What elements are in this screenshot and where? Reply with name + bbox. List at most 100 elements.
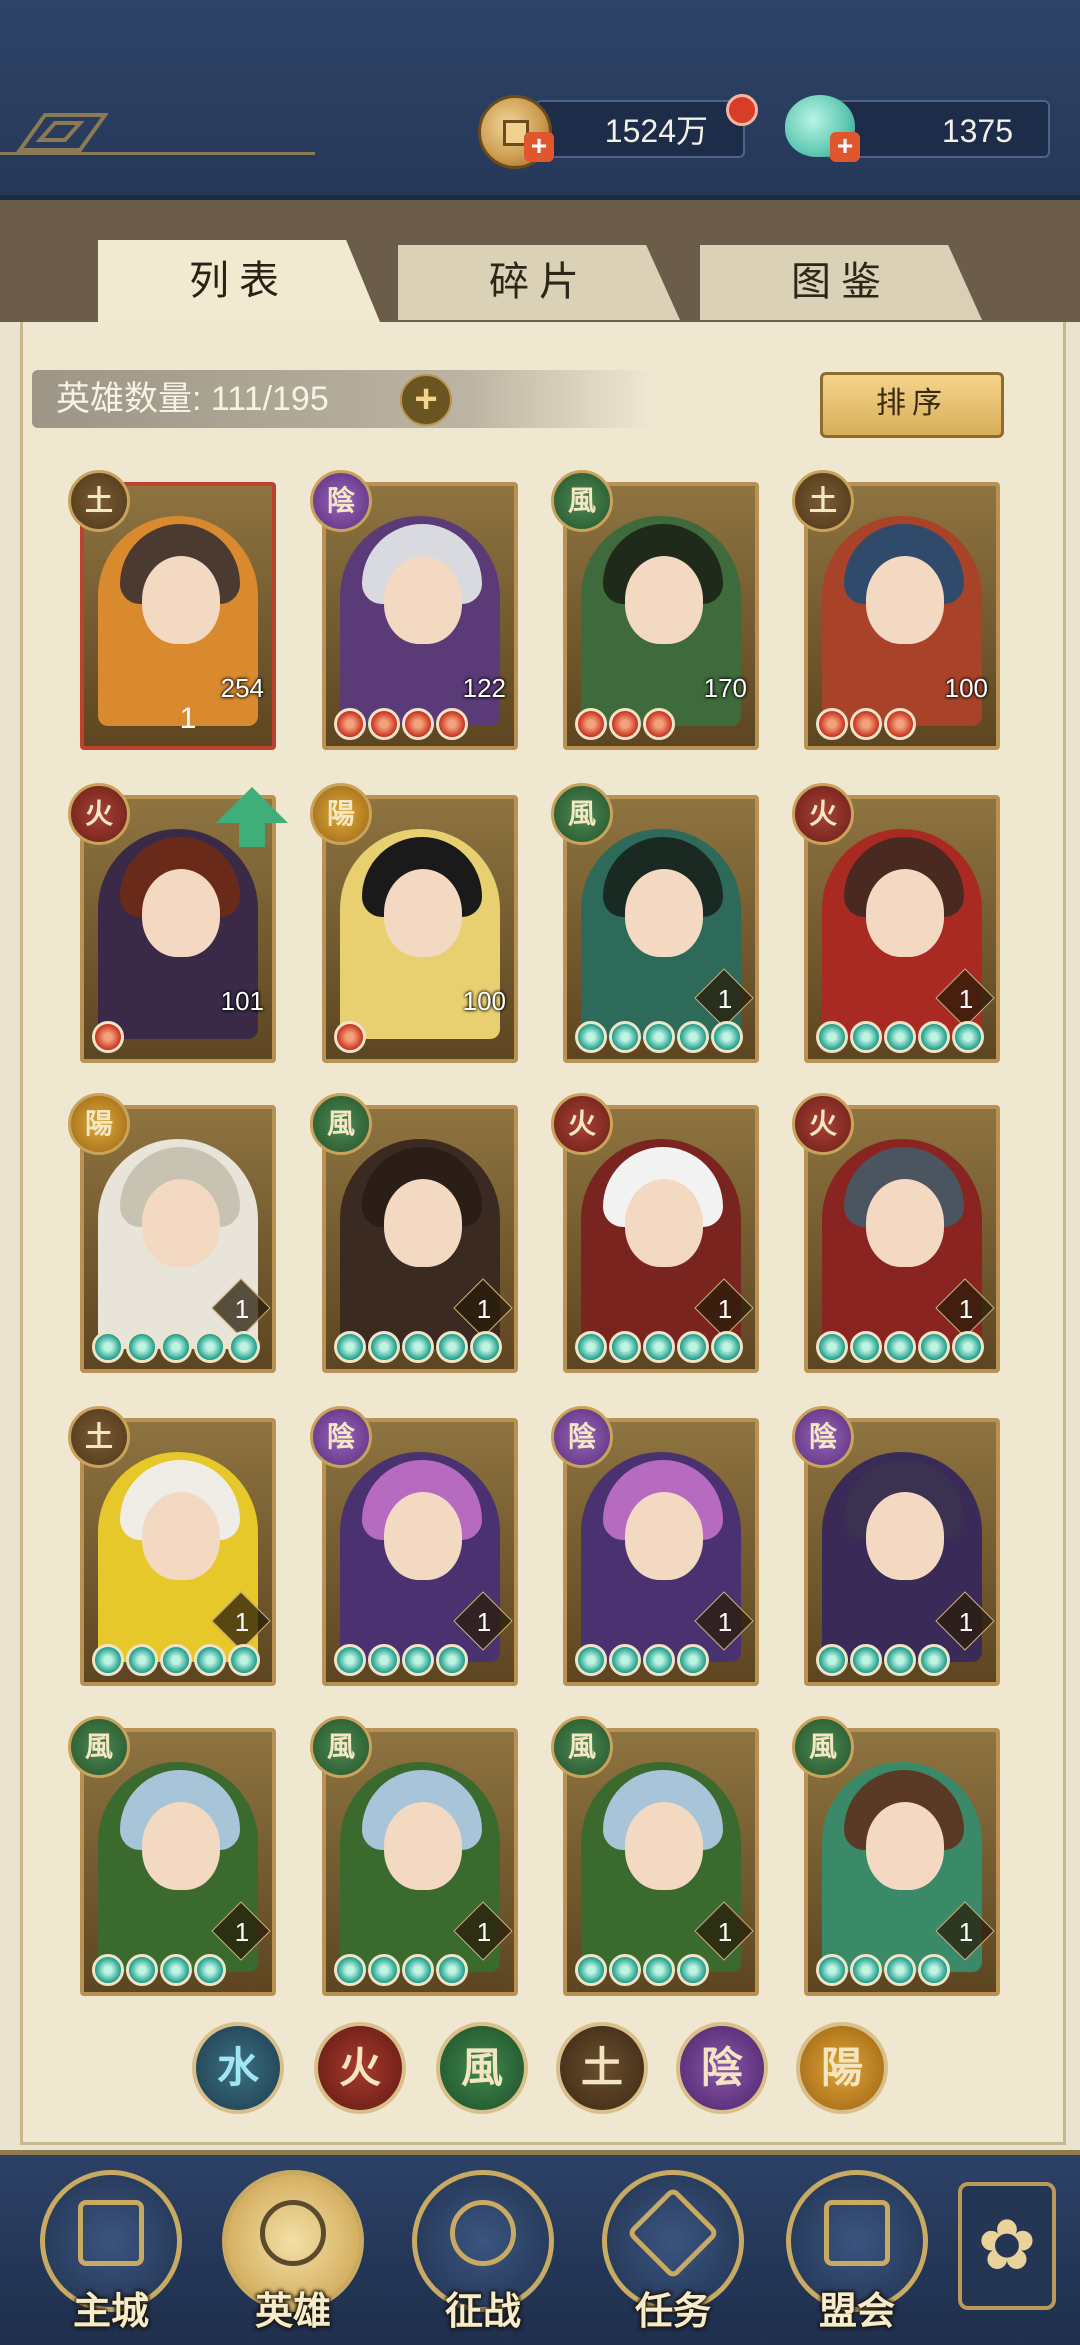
guild-hall-icon bbox=[824, 2200, 890, 2266]
palace-icon bbox=[78, 2200, 144, 2266]
jade-bead-icon bbox=[575, 1954, 607, 1986]
flower-menu-icon: ✿ bbox=[977, 2206, 1037, 2284]
jade-bead-icon bbox=[575, 1331, 607, 1363]
awakening-beads bbox=[334, 1021, 366, 1055]
tab-list[interactable]: 列表 bbox=[98, 240, 380, 322]
tab-codex[interactable]: 图鉴 bbox=[700, 245, 982, 320]
hero-count: 英雄数量: 111/195 bbox=[32, 370, 652, 428]
more-menu-button[interactable]: ✿ bbox=[958, 2182, 1056, 2310]
jade-bead-icon bbox=[850, 1644, 882, 1676]
red-bead-icon bbox=[368, 708, 400, 740]
jade-bead-icon bbox=[711, 1331, 743, 1363]
star-rank-value: 1 bbox=[234, 1607, 250, 1637]
sort-button[interactable]: 排序 bbox=[820, 372, 1004, 438]
jade-bead-icon bbox=[334, 1644, 366, 1676]
filter-wind-button[interactable]: 風 bbox=[436, 2022, 528, 2114]
sort-button-label: 排序 bbox=[876, 387, 948, 420]
star-rank-value: 1 bbox=[958, 984, 974, 1014]
jade-bead-icon bbox=[228, 1331, 260, 1363]
filter-earth-label: 土 bbox=[580, 2044, 623, 2091]
jade-bead-icon bbox=[884, 1021, 916, 1053]
jade-bead-icon bbox=[470, 1331, 502, 1363]
jade-bead-icon bbox=[436, 1331, 468, 1363]
menu-emblem-icon[interactable] bbox=[10, 105, 110, 155]
element-badge: 土 bbox=[68, 470, 130, 532]
jade-bead-icon bbox=[609, 1021, 641, 1053]
upgrade-arrow-icon bbox=[216, 787, 288, 823]
add-coins-button[interactable]: + bbox=[524, 132, 554, 162]
filter-yin-button[interactable]: 陰 bbox=[676, 2022, 768, 2114]
nav-campaign[interactable]: 征战 bbox=[412, 2170, 562, 2333]
jade-bead-icon bbox=[126, 1331, 158, 1363]
filter-yang-button[interactable]: 陽 bbox=[796, 2022, 888, 2114]
jade-bead-icon bbox=[850, 1331, 882, 1363]
jade-bead-icon bbox=[194, 1954, 226, 1986]
awakening-beads bbox=[334, 1331, 502, 1365]
nav-tasks[interactable]: 任务 bbox=[602, 2170, 752, 2333]
jade-bead-icon bbox=[194, 1644, 226, 1676]
jade-bead-icon bbox=[918, 1021, 950, 1053]
jade-bead-icon bbox=[918, 1954, 950, 1986]
element-badge: 陽 bbox=[310, 783, 372, 845]
element-badge: 土 bbox=[68, 1406, 130, 1468]
jade-bead-icon bbox=[609, 1331, 641, 1363]
jade-bead-icon bbox=[816, 1331, 848, 1363]
jade-bead-icon bbox=[952, 1021, 984, 1053]
nav-guild[interactable]: 盟会 bbox=[786, 2170, 936, 2333]
jade-bead-icon bbox=[677, 1331, 709, 1363]
star-rank-value: 1 bbox=[717, 1917, 733, 1947]
hero-face bbox=[866, 1492, 944, 1580]
jade-bead-icon bbox=[126, 1954, 158, 1986]
element-badge: 火 bbox=[792, 783, 854, 845]
hero-face bbox=[866, 1179, 944, 1267]
element-badge: 風 bbox=[310, 1093, 372, 1155]
tab-fragments-label: 碎片 bbox=[489, 260, 589, 304]
nav-tasks-label: 任务 bbox=[634, 2291, 711, 2333]
filter-fire-label: 火 bbox=[338, 2044, 381, 2091]
element-badge: 陰 bbox=[792, 1406, 854, 1468]
war-drum-icon bbox=[450, 2200, 516, 2266]
jade-bead-icon bbox=[643, 1331, 675, 1363]
element-badge: 風 bbox=[68, 1716, 130, 1778]
filter-water-button[interactable]: 水 bbox=[192, 2022, 284, 2114]
jade-bead-icon bbox=[92, 1644, 124, 1676]
red-bead-icon bbox=[334, 1021, 366, 1053]
hero-face bbox=[866, 556, 944, 644]
awakening-beads bbox=[816, 708, 916, 742]
tab-fragments[interactable]: 碎片 bbox=[398, 245, 680, 320]
expand-hero-slots-button[interactable]: + bbox=[400, 374, 452, 426]
element-badge: 火 bbox=[792, 1093, 854, 1155]
filter-earth-button[interactable]: 土 bbox=[556, 2022, 648, 2114]
add-gems-button[interactable]: + bbox=[830, 132, 860, 162]
coins-counter: 1524万 bbox=[535, 100, 745, 158]
jade-bead-icon bbox=[643, 1644, 675, 1676]
hero-face bbox=[384, 1802, 462, 1890]
element-badge: 陰 bbox=[310, 1406, 372, 1468]
star-rank-value: 1 bbox=[476, 1607, 492, 1637]
jade-bead-icon bbox=[160, 1331, 192, 1363]
element-badge: 風 bbox=[551, 1716, 613, 1778]
star-rank-value: 1 bbox=[476, 1294, 492, 1324]
jade-bead-icon bbox=[677, 1644, 709, 1676]
star-rank-value: 1 bbox=[958, 1607, 974, 1637]
hero-level: 170 bbox=[703, 673, 747, 703]
jade-bead-icon bbox=[609, 1954, 641, 1986]
jade-bead-icon bbox=[711, 1021, 743, 1053]
jade-bead-icon bbox=[609, 1644, 641, 1676]
awakening-beads bbox=[92, 1644, 260, 1678]
element-badge: 土 bbox=[792, 470, 854, 532]
nav-heroes[interactable]: 英雄 bbox=[222, 2170, 372, 2333]
filter-fire-button[interactable]: 火 bbox=[314, 2022, 406, 2114]
star-rank-value: 1 bbox=[717, 984, 733, 1014]
jade-bead-icon bbox=[402, 1954, 434, 1986]
star-rank-value: 1 bbox=[717, 1294, 733, 1324]
gems-value: 1375 bbox=[941, 113, 1013, 149]
nav-main-city[interactable]: 主城 bbox=[40, 2170, 190, 2333]
awakening-beads bbox=[575, 1644, 709, 1678]
upgrade-arrow-stem bbox=[239, 823, 265, 847]
awakening-beads bbox=[575, 1954, 709, 1988]
filter-yang-label: 陽 bbox=[820, 2044, 863, 2091]
jade-bead-icon bbox=[194, 1331, 226, 1363]
hero-count-label: 英雄数量: 111/195 bbox=[56, 380, 329, 418]
decorative-line bbox=[0, 152, 315, 155]
